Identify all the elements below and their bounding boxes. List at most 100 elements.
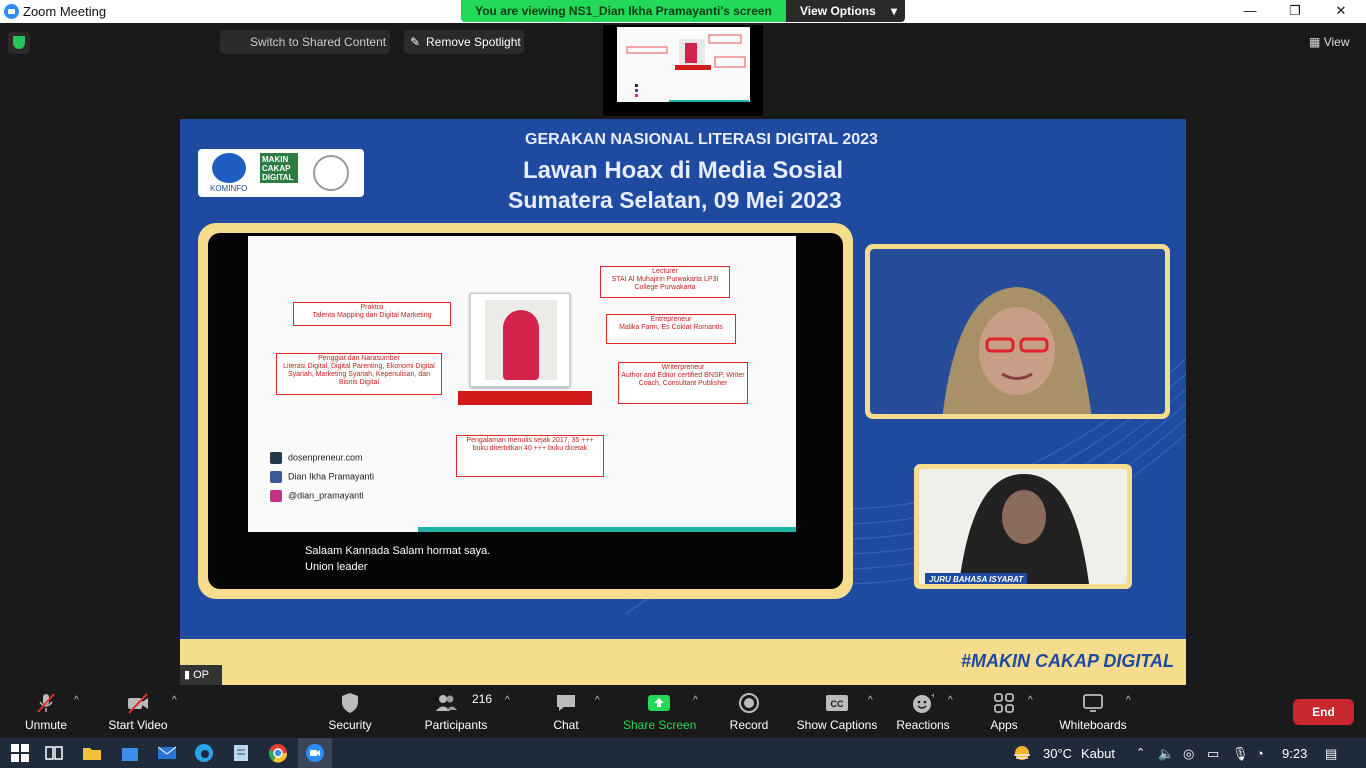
participants-label: Participants — [424, 718, 488, 732]
social-facebook: Dian Ikha Pramayanti — [270, 471, 374, 483]
camera-tray-icon[interactable]: ◎ — [1183, 746, 1194, 762]
view-options-button[interactable]: View Options ▾ — [786, 0, 905, 22]
siberkreasi-logo — [313, 155, 349, 191]
microphone-tray-icon[interactable]: 🎙 — [1232, 746, 1249, 762]
penggiat-text: Literasi Digital, Digital Parenting, Eko… — [283, 363, 435, 386]
kominfo-logo — [212, 153, 246, 183]
interpreter-label: JURU BAHASA ISYARAT — [925, 573, 1027, 584]
chat-button[interactable]: Chat — [546, 687, 586, 738]
windows-start-icon[interactable] — [10, 743, 30, 763]
signal-indicator[interactable]: ▮ OP — [180, 665, 222, 685]
teal-accent — [418, 527, 796, 532]
wifi-icon[interactable]: ◔ — [1256, 746, 1264, 761]
clock-time[interactable]: 9:23 — [1282, 746, 1307, 761]
remove-spotlight-label: Remove Spotlight — [426, 35, 521, 49]
share-chevron-icon[interactable]: ^ — [693, 695, 698, 706]
zoom-taskbar-item[interactable] — [298, 738, 332, 768]
remove-spotlight-button[interactable]: ✎ Remove Spotlight — [404, 30, 524, 54]
task-view-icon[interactable] — [44, 743, 64, 763]
participants-button[interactable]: 216 Participants — [422, 687, 492, 738]
whiteboards-button[interactable]: Whiteboards — [1056, 687, 1130, 738]
window-title: Zoom Meeting — [23, 4, 107, 19]
social-web-text: dosenpreneur.com — [288, 452, 363, 463]
social-instagram: @dian_pramayanti — [270, 490, 364, 502]
experience-box: Pengalaman menulis sejak 2017, 35 +++ bu… — [456, 435, 604, 477]
edge-icon[interactable] — [194, 743, 214, 763]
chat-label: Chat — [553, 718, 579, 732]
event-name: GERAKAN NASIONAL LITERASI DIGITAL 2023 — [525, 131, 878, 148]
apps-chevron-icon[interactable]: ^ — [1028, 695, 1033, 706]
social-web: dosenpreneur.com — [270, 452, 363, 464]
reactions-button[interactable]: + Reactions — [896, 687, 950, 738]
security-shield-icon — [8, 32, 30, 54]
record-icon — [739, 693, 759, 713]
view-options-label: View Options — [800, 4, 876, 18]
speaker-photo — [470, 293, 570, 387]
notifications-icon[interactable]: ▤ — [1325, 746, 1337, 762]
speaker-icon[interactable]: 🔈 — [1158, 746, 1174, 762]
start-video-button[interactable]: Start Video — [104, 687, 172, 738]
shared-screen-thumbnail[interactable] — [603, 25, 763, 116]
reactions-chevron-icon[interactable]: ^ — [948, 695, 953, 706]
minimize-button[interactable]: — — [1227, 0, 1273, 23]
participants-chevron-icon[interactable]: ^ — [505, 695, 510, 706]
meeting-stage: ▦ View KOMINFO MAKIN CAKAP DIGITAL GERAK… — [0, 23, 1366, 687]
caption-line-1: Salaam Kannada Salam hormat saya. — [305, 545, 491, 557]
svg-text:CC: CC — [831, 699, 844, 709]
share-screen-icon — [648, 695, 670, 711]
grid-icon: ▦ — [1309, 35, 1321, 49]
meeting-toolbar: Unmute ^ Start Video ^ Security 216 Part… — [0, 687, 1366, 738]
whiteboards-chevron-icon[interactable]: ^ — [1126, 695, 1131, 706]
security-label: Security — [328, 718, 372, 732]
writerpreneur-box: Writerpreneur Author and Editor certifie… — [618, 362, 748, 404]
captions-chevron-icon[interactable]: ^ — [868, 695, 873, 706]
restore-button[interactable]: ❐ — [1272, 0, 1318, 23]
presentation-frame: Praktisi Talenta Mapping dan Digital Mar… — [198, 223, 853, 599]
video-off-icon — [128, 693, 148, 714]
slide-footer: #MAKIN CAKAP DIGITAL — [180, 639, 1186, 685]
notepad-icon[interactable] — [231, 743, 251, 763]
start-video-label: Start Video — [108, 718, 168, 732]
audio-options-chevron-icon[interactable]: ^ — [74, 695, 79, 706]
weather-temp[interactable]: 30°C — [1043, 746, 1072, 761]
security-button[interactable]: Security — [322, 687, 378, 738]
entrepreneur-box: Entrepreneur Malika Farm, Es Coklat Roma… — [606, 314, 736, 344]
view-button[interactable]: ▦ View — [1309, 35, 1349, 49]
show-captions-button[interactable]: CC Show Captions — [796, 687, 878, 738]
windows-taskbar: 30°C Kabut ⌃ 🔈 ◎ ▭ 🎙 ◔ 9:23 ▤ — [0, 738, 1366, 768]
social-facebook-text: Dian Ikha Pramayanti — [288, 471, 375, 482]
speaker-figure — [942, 287, 1092, 414]
unmute-button[interactable]: Unmute — [15, 687, 77, 738]
speaker-video — [870, 249, 1165, 414]
shield-icon — [342, 693, 358, 713]
slide-subtitle: Sumatera Selatan, 09 Mei 2023 — [508, 187, 842, 213]
hashtag: #MAKIN CAKAP DIGITAL — [961, 651, 1174, 671]
record-button[interactable]: Record — [726, 687, 772, 738]
weather-desc[interactable]: Kabut — [1081, 746, 1115, 761]
close-button[interactable]: ✕ — [1318, 0, 1364, 23]
praktisi-title: Praktisi — [360, 304, 384, 311]
thumbnail-preview — [617, 27, 750, 102]
web-icon — [270, 452, 282, 464]
chat-chevron-icon[interactable]: ^ — [595, 695, 600, 706]
chrome-icon[interactable] — [268, 743, 288, 763]
switch-shared-content-button[interactable]: Switch to Shared Content — [220, 30, 390, 54]
end-button[interactable]: End — [1293, 699, 1354, 725]
show-captions-label: Show Captions — [796, 718, 878, 732]
mail-icon[interactable] — [157, 743, 177, 763]
whiteboard-icon — [1083, 694, 1103, 712]
share-screen-button[interactable]: Share Screen — [623, 687, 697, 738]
apps-button[interactable]: Apps — [984, 687, 1024, 738]
view-label: View — [1323, 35, 1350, 49]
speaker-portrait — [485, 300, 557, 380]
file-explorer-icon[interactable] — [82, 743, 102, 763]
share-screen-label: Share Screen — [623, 718, 697, 732]
lecturer-text: STAI Al Muhajirin Purwakarta LP3I Colleg… — [611, 276, 719, 291]
entrepreneur-text: Malika Farm, Es Coklat Romantis — [619, 324, 723, 331]
tray-chevron-icon[interactable]: ⌃ — [1136, 746, 1145, 759]
video-options-chevron-icon[interactable]: ^ — [172, 695, 177, 706]
reactions-label: Reactions — [896, 718, 950, 732]
zoom-app-icon — [4, 4, 19, 19]
battery-icon[interactable]: ▭ — [1207, 746, 1219, 762]
store-icon[interactable] — [120, 743, 140, 763]
